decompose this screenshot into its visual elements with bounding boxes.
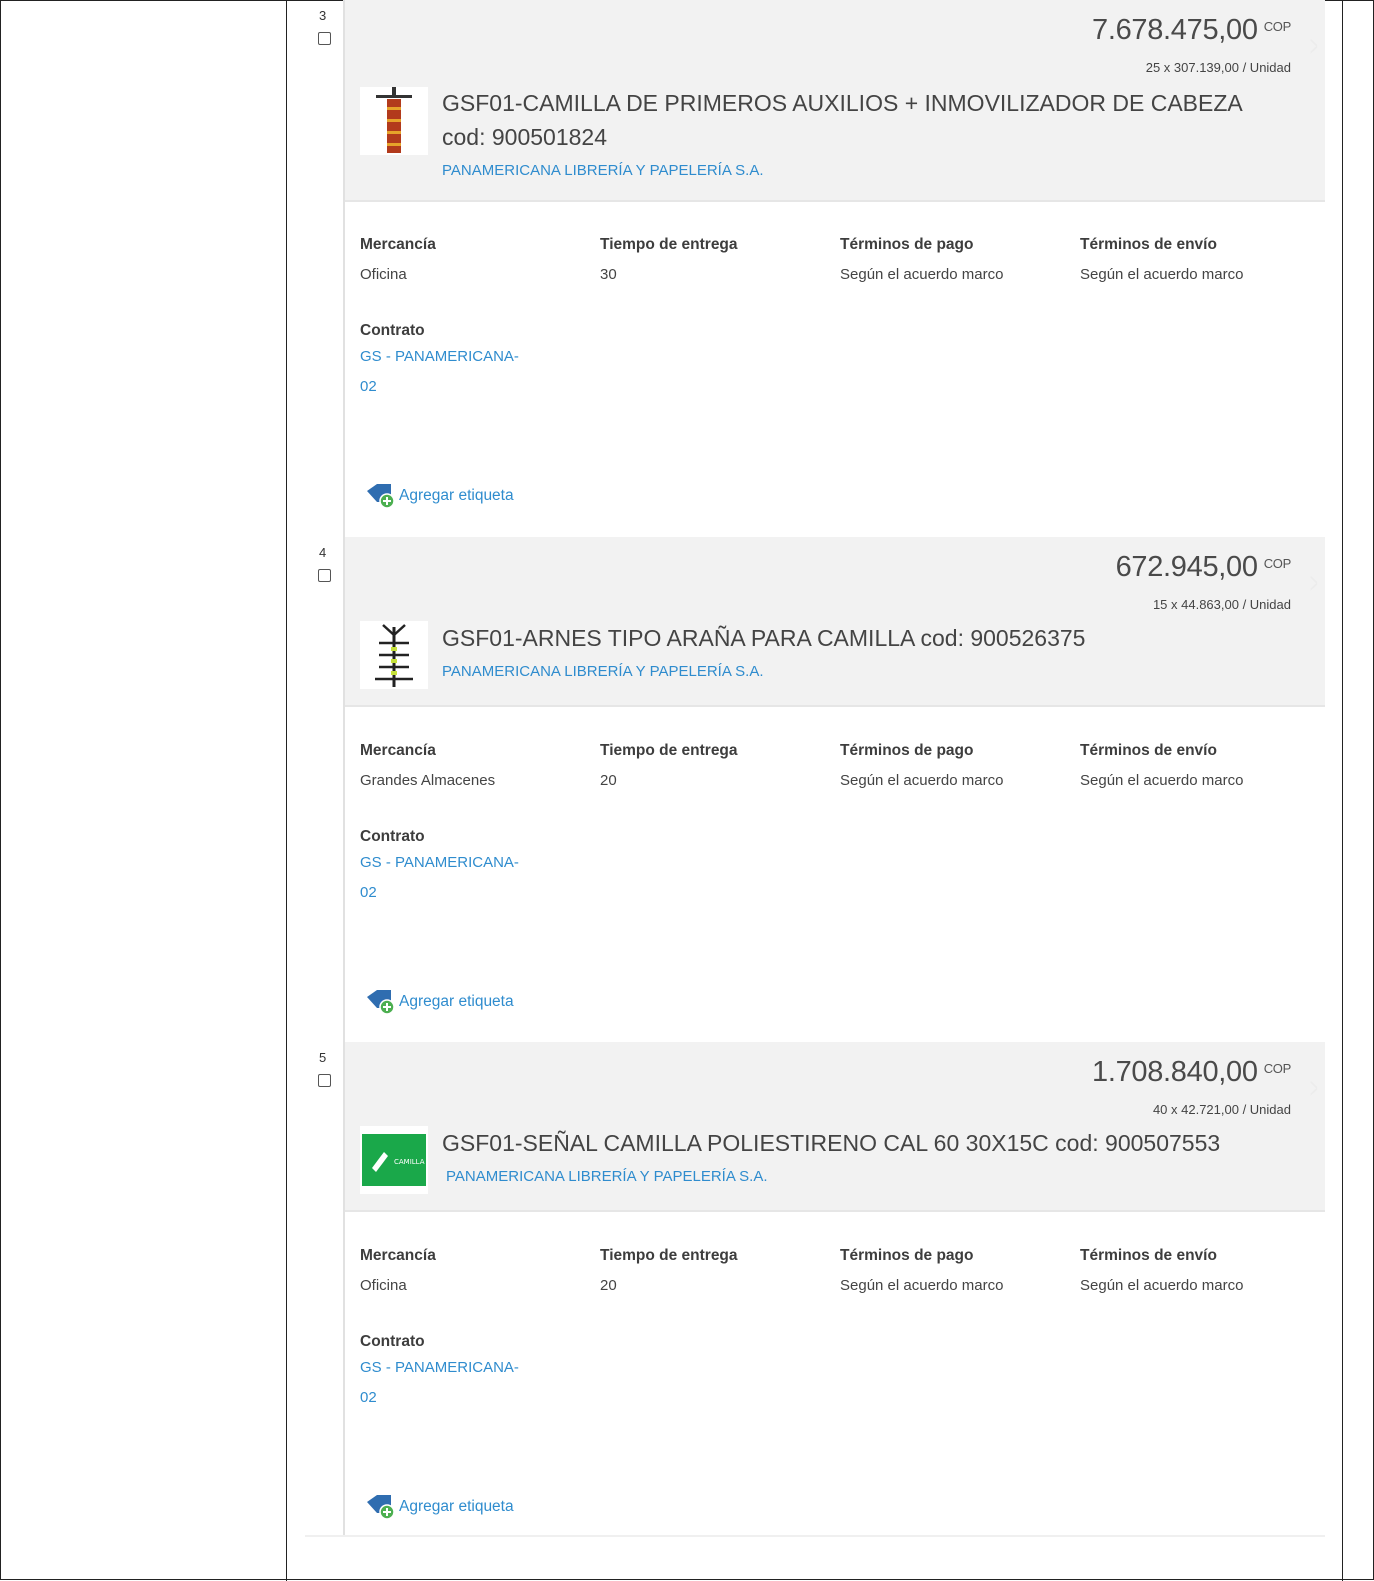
item-header: 1.708.840,00 COP 40 x 42.721,00 / Unidad … [345, 1042, 1325, 1212]
value-mercancia: Grandes Almacenes [360, 772, 496, 789]
item-total-price: 7.678.475,00 COP [1091, 14, 1291, 46]
label-terminos-envio: Términos de envío [1080, 236, 1217, 253]
product-thumbnail [360, 621, 428, 689]
chevron-right-icon[interactable]: > [1310, 30, 1318, 64]
value-terminos-pago: Según el acuerdo marco [840, 1277, 1004, 1294]
add-tag-button[interactable]: Agregar etiqueta [365, 483, 514, 509]
item-quantity-unit-price: 40 x 42.721,00 / Unidad [1152, 1102, 1291, 1117]
item-checkbox[interactable] [318, 32, 331, 45]
value-terminos-envio: Según el acuerdo marco [1080, 1277, 1244, 1294]
label-terminos-pago: Términos de pago [840, 742, 974, 759]
product-thumbnail [360, 87, 428, 155]
tag-add-icon [367, 1495, 395, 1520]
vendor-link[interactable]: PANAMERICANA LIBRERÍA Y PAPELERÍA S.A. [442, 162, 764, 179]
vendor-link[interactable]: PANAMERICANA LIBRERÍA Y PAPELERÍA S.A. [446, 1168, 768, 1185]
list-item: 5 1.708.840,00 COP 40 x 42.721,00 / Unida… [305, 1042, 1325, 1536]
table-column-divider [286, 0, 287, 1581]
label-mercancia: Mercancía [360, 742, 436, 759]
label-mercancia: Mercancía [360, 1247, 436, 1264]
chevron-right-icon[interactable]: > [1310, 567, 1318, 601]
label-tiempo-entrega: Tiempo de entrega [600, 742, 738, 759]
value-mercancia: Oficina [360, 1277, 407, 1294]
order-items-list: 3 7.678.475,00 COP 25 x 307.139,00 / Unid… [305, 0, 1325, 1536]
label-contrato: Contrato [360, 828, 425, 845]
item-number: 3 [319, 8, 327, 23]
value-tiempo-entrega: 20 [600, 1277, 617, 1294]
value-terminos-envio: Según el acuerdo marco [1080, 772, 1244, 789]
product-title: GSF01-CAMILLA DE PRIMEROS AUXILIOS + INM… [442, 90, 1242, 150]
vendor-link[interactable]: PANAMERICANA LIBRERÍA Y PAPELERÍA S.A. [442, 663, 764, 680]
label-terminos-pago: Términos de pago [840, 236, 974, 253]
item-left-column: 4 [305, 537, 345, 1042]
stretcher-sign-image: CAMILLA [362, 1134, 426, 1186]
table-right-divider [1342, 0, 1343, 1581]
item-left-column: 3 [305, 0, 345, 537]
item-checkbox[interactable] [318, 1074, 331, 1087]
item-checkbox[interactable] [318, 569, 331, 582]
item-header: 7.678.475,00 COP 25 x 307.139,00 / Unidad… [345, 0, 1325, 202]
value-terminos-pago: Según el acuerdo marco [840, 266, 1004, 283]
contrato-link[interactable]: GS - PANAMERICANA- 02 [360, 342, 519, 402]
item-number: 4 [319, 545, 327, 560]
label-terminos-envio: Términos de envío [1080, 1247, 1217, 1264]
spider-harness-image [375, 624, 413, 687]
value-terminos-pago: Según el acuerdo marco [840, 772, 1004, 789]
list-item: 3 7.678.475,00 COP 25 x 307.139,00 / Unid… [305, 0, 1325, 537]
add-tag-button[interactable]: Agregar etiqueta [365, 1494, 514, 1520]
chevron-right-icon[interactable]: > [1310, 1072, 1318, 1106]
label-tiempo-entrega: Tiempo de entrega [600, 236, 738, 253]
label-tiempo-entrega: Tiempo de entrega [600, 1247, 738, 1264]
item-header: 672.945,00COP 15 x 44.863,00 / Unidad > [345, 537, 1325, 707]
stretcher-image [376, 87, 412, 153]
contrato-link[interactable]: GS - PANAMERICANA- 02 [360, 1353, 519, 1413]
product-thumbnail: CAMILLA [360, 1126, 428, 1194]
list-bottom-border [305, 1535, 1325, 1537]
label-contrato: Contrato [360, 322, 425, 339]
value-tiempo-entrega: 30 [600, 266, 617, 283]
label-terminos-envio: Términos de envío [1080, 742, 1217, 759]
label-terminos-pago: Términos de pago [840, 1247, 974, 1264]
svg-text:CAMILLA: CAMILLA [394, 1158, 425, 1166]
item-left-column: 5 [305, 1042, 345, 1536]
item-total-price: 672.945,00 COP [1115, 551, 1292, 583]
label-contrato: Contrato [360, 1333, 425, 1350]
item-number: 5 [319, 1050, 327, 1065]
contrato-link[interactable]: GS - PANAMERICANA- 02 [360, 848, 519, 908]
value-mercancia: Oficina [360, 266, 407, 283]
item-quantity-unit-price: 25 x 307.139,00 / Unidad [1145, 60, 1291, 75]
add-tag-button[interactable]: Agregar etiqueta [365, 989, 514, 1015]
tag-add-icon [367, 484, 395, 509]
item-quantity-unit-price: 15 x 44.863,00 / Unidad [1152, 597, 1291, 612]
list-item: 4 672.945,00 COP 15 x 44.863,00 / Unidad … [305, 537, 1325, 1042]
value-tiempo-entrega: 20 [600, 772, 617, 789]
product-title: GSF01-SEÑAL CAMILLA POLIESTIRENO CAL 60 … [442, 1130, 1221, 1156]
label-mercancia: Mercancía [360, 236, 436, 253]
item-total-price: 1.708.840,00 COP [1091, 1056, 1291, 1088]
value-terminos-envio: Según el acuerdo marco [1080, 266, 1244, 283]
product-title: GSF01-ARNES TIPO ARAÑA PARA CAMILLA cod:… [442, 625, 1086, 651]
tag-add-icon [367, 990, 395, 1015]
